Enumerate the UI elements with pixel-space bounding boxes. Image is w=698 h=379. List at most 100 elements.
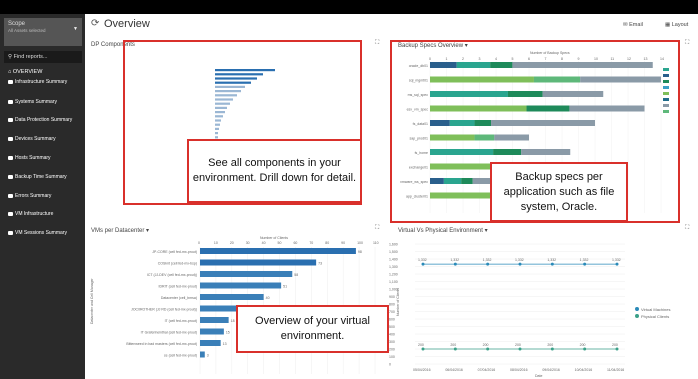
- search-icon: ⚲: [8, 54, 13, 60]
- x-tick-label: 50: [278, 241, 282, 245]
- sidebar-item-hosts-summary[interactable]: Hosts Summary: [4, 152, 82, 164]
- sidebar-item-label: VM Infrastructure: [15, 211, 54, 217]
- virtual-physical-label: Virtual Vs Physical Environment: [398, 228, 483, 234]
- email-button[interactable]: ✉ Email: [623, 22, 643, 28]
- sidebar-item-label: Systems Summary: [15, 99, 57, 105]
- expand-icon[interactable]: ⛶: [375, 40, 379, 47]
- expand-icon[interactable]: ⛶: [685, 40, 689, 47]
- data-point: [583, 262, 587, 266]
- data-point: [518, 262, 522, 266]
- virt-xaxis-title: Date: [535, 374, 542, 378]
- virtual-physical-title: Virtual Vs Physical Environment ▾: [398, 227, 488, 234]
- value-label: 51: [283, 285, 287, 289]
- vm-bar: [200, 328, 224, 335]
- data-label: 200: [483, 343, 489, 347]
- y-tick-label: 1,200: [389, 273, 398, 277]
- category-label: Datacenter (cell_bmsa): [161, 296, 197, 300]
- category-label: ICT (JJ-DEV (cell fed-mx-prout)): [147, 273, 197, 277]
- x-tick-label: 40: [262, 241, 266, 245]
- chevron-down-icon[interactable]: ▾: [485, 228, 488, 234]
- sidebar-item-label: Devices Summary: [15, 136, 56, 142]
- data-point: [486, 347, 490, 351]
- data-point: [518, 347, 522, 351]
- x-tick-label: 07/04/2016: [478, 368, 496, 372]
- x-tick-label: 100: [357, 241, 363, 245]
- y-tick-label: 500: [389, 325, 395, 329]
- data-label: 200: [418, 343, 424, 347]
- folder-icon: [8, 155, 13, 160]
- value-label: 58: [294, 273, 298, 277]
- data-point: [421, 347, 425, 351]
- vm-bar: [200, 271, 293, 277]
- sidebar-item-label: Hosts Summary: [15, 155, 51, 161]
- value-label: 98: [358, 250, 362, 254]
- sidebar-item-devices-summary[interactable]: Devices Summary: [4, 133, 82, 145]
- data-point: [453, 347, 457, 351]
- vm-bar: [200, 248, 356, 254]
- expand-icon[interactable]: ⛶: [685, 225, 689, 232]
- x-tick-label: 05/04/2016: [413, 368, 431, 372]
- folder-icon: [8, 79, 13, 84]
- vm-bar: [200, 317, 229, 323]
- sidebar-item-label: Errors Summary: [15, 193, 52, 199]
- find-reports-input[interactable]: ⚲ Find reports...: [4, 51, 82, 63]
- scope-selector[interactable]: Scope All Assets selected ▼: [4, 18, 82, 46]
- sidebar: Scope All Assets selected ▼ ⚲ Find repor…: [0, 14, 85, 379]
- vm-bar: [200, 351, 205, 358]
- category-label: JOC0ROTHER (JJ RD (cell fed-mx-prout)): [131, 308, 197, 312]
- category-label: ce (cell fed-mx-prout): [164, 354, 197, 358]
- data-label: 1,332: [515, 258, 524, 262]
- sidebar-item-label: Backup Time Summary: [15, 174, 67, 180]
- sidebar-item-label: Data Protection Summary: [15, 117, 73, 123]
- vms-yaxis-title: Datacenter and Cell Manager: [90, 277, 94, 324]
- layout-button[interactable]: ▦ Layout: [665, 22, 688, 28]
- vm-bar: [200, 305, 240, 312]
- data-point: [615, 347, 619, 351]
- y-tick-label: 1,500: [389, 250, 398, 254]
- y-tick-label: 300: [389, 340, 395, 344]
- y-tick-label: 700: [389, 310, 395, 314]
- email-label: Email: [629, 22, 643, 28]
- y-tick-label: 1,600: [389, 243, 398, 247]
- dp-callout: See all components in your environment. …: [187, 139, 362, 203]
- expand-icon[interactable]: ⛶: [375, 225, 379, 232]
- data-label: 1,332: [547, 258, 556, 262]
- y-tick-label: 1,400: [389, 258, 398, 262]
- scope-subtitle: All Assets selected: [8, 28, 46, 33]
- sidebar-item-label: Infrastructure Summary: [15, 79, 68, 85]
- sidebar-item-vm-infrastructure[interactable]: VM Infrastructure: [4, 208, 82, 220]
- sidebar-item-backup-time-summary[interactable]: Backup Time Summary: [4, 171, 82, 183]
- data-label: 200: [580, 343, 586, 347]
- vm-bar: [200, 294, 264, 300]
- data-label: 1,332: [612, 258, 621, 262]
- virtual-physical-chart[interactable]: Number of Clients Date 0 100 200 300 400 500 6…: [385, 236, 698, 379]
- folder-icon: [8, 99, 13, 104]
- y-tick-label: 1,000: [389, 288, 398, 292]
- data-label: 1,332: [450, 258, 459, 262]
- folder-icon: [8, 193, 13, 198]
- data-point: [550, 347, 554, 351]
- backup-callout: Backup specs per application such as fil…: [490, 162, 628, 222]
- data-label: 200: [515, 343, 521, 347]
- x-tick-label: 08/04/2016: [510, 368, 528, 372]
- sidebar-item-infrastructure-summary[interactable]: Infrastructure Summary: [4, 76, 82, 88]
- value-label: 73: [318, 262, 322, 266]
- y-tick-label: 400: [389, 333, 395, 337]
- data-point: [453, 262, 457, 266]
- sidebar-item-vm-sessions-summary[interactable]: VM Sessions Summary: [4, 227, 82, 239]
- sidebar-item-data-protection-summary[interactable]: Data Protection Summary: [4, 114, 82, 126]
- folder-icon: [8, 174, 13, 179]
- vm-bar: [200, 340, 221, 346]
- data-label: 1,332: [418, 258, 427, 262]
- virt-legend: Virtual Machines Physical Clients: [635, 307, 671, 319]
- folder-icon: [8, 117, 13, 122]
- refresh-icon[interactable]: ⟳: [91, 18, 99, 29]
- layout-label: Layout: [671, 22, 689, 28]
- category-label: COSInit (cell fed-mx-bsp): [158, 262, 197, 266]
- folder-icon: [8, 211, 13, 216]
- sidebar-item-systems-summary[interactable]: Systems Summary: [4, 96, 82, 108]
- sidebar-item-errors-summary[interactable]: Errors Summary: [4, 190, 82, 202]
- y-tick-label: 0: [389, 363, 391, 367]
- y-tick-label: 900: [389, 295, 395, 299]
- data-point: [486, 262, 490, 266]
